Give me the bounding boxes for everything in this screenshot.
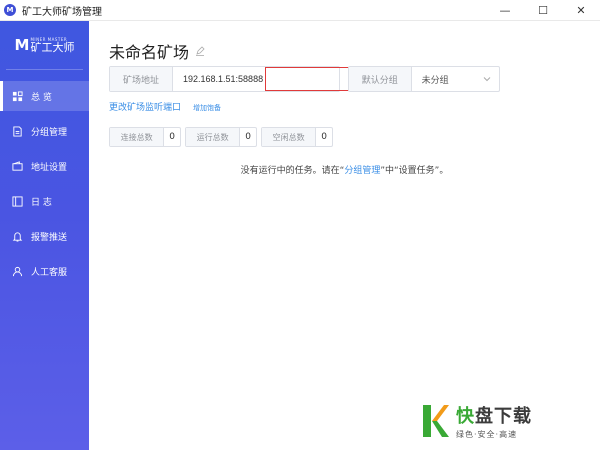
- add-backup-link[interactable]: 增加饱备: [193, 103, 221, 113]
- edit-icon[interactable]: [195, 46, 205, 56]
- sidebar-item-label: 人工客服: [31, 267, 68, 278]
- sidebar-item-log[interactable]: 日 志: [0, 186, 89, 216]
- farm-address-label: 矿场地址: [110, 67, 173, 91]
- chevron-down-icon: [483, 77, 491, 82]
- watermark-slogan: 绿色·安全·高速: [456, 429, 518, 439]
- empty-tasks-message: 没有运行中的任务。请在“分组管理”中“设置任务”。: [89, 163, 600, 176]
- farm-address-input[interactable]: 192.168.1.51:58888: [173, 67, 263, 91]
- user-icon: [12, 266, 23, 277]
- minimize-button[interactable]: —: [486, 0, 524, 21]
- stat-value: 0: [169, 132, 175, 142]
- sidebar-item-label: 日 志: [31, 197, 52, 208]
- logo-name: 矿工大师: [30, 40, 75, 54]
- sidebar-item-groups[interactable]: 分组管理: [0, 116, 89, 146]
- sidebar-item-overview[interactable]: 总 览: [0, 81, 89, 111]
- watermark-logo-icon: [420, 402, 450, 440]
- title-bar: M 矿工大师矿场管理 — ☐ ✕: [0, 0, 600, 21]
- watermark-main-b: 盘下载: [475, 405, 532, 427]
- message-text-after: ”中“设置任务”。: [380, 166, 449, 176]
- maximize-button[interactable]: ☐: [524, 0, 562, 21]
- farm-links: 更改矿场监听端口 增加饱备: [109, 100, 221, 113]
- sidebar-nav: 总 览 分组管理 地址设置 日 志 报警推送 人工客服: [0, 81, 89, 286]
- sidebar-item-label: 总 览: [31, 92, 52, 103]
- window-controls: — ☐ ✕: [486, 0, 600, 21]
- app-logo-icon: M: [4, 4, 16, 16]
- running-stat: 运行总数 0: [185, 127, 257, 147]
- site-watermark: 快盘下载 绿色·安全·高速: [420, 398, 595, 443]
- default-group-field: 默认分组 未分组: [348, 66, 500, 92]
- group-management-link[interactable]: 分组管理: [344, 166, 380, 176]
- stat-value: 0: [245, 132, 251, 142]
- main-content: 未命名矿场 矿场地址 192.168.1.51:58888 默认分组 未分组 更…: [89, 21, 600, 450]
- logo-mark: M: [14, 36, 30, 54]
- change-port-link[interactable]: 更改矿场监听端口: [109, 100, 181, 113]
- idle-stat: 空闲总数 0: [261, 127, 333, 147]
- sidebar-item-label: 分组管理: [31, 127, 68, 138]
- window-title: 矿工大师矿场管理: [22, 6, 102, 18]
- stat-value: 0: [321, 132, 327, 142]
- message-text-before: 没有运行中的任务。请在“: [240, 166, 345, 176]
- logo-subtitle: MINER MASTER: [30, 36, 68, 42]
- sidebar: M MINER MASTER 矿工大师 总 览 分组管理 地址设置 日 志 报警…: [0, 21, 89, 450]
- brand-logo: M MINER MASTER 矿工大师: [0, 21, 89, 69]
- default-group-label: 默认分组: [349, 67, 412, 91]
- sidebar-item-alerts[interactable]: 报警推送: [0, 221, 89, 251]
- connections-stat: 连接总数 0: [109, 127, 181, 147]
- sidebar-item-label: 报警推送: [31, 232, 68, 243]
- close-button[interactable]: ✕: [562, 0, 600, 21]
- sidebar-item-support[interactable]: 人工客服: [0, 256, 89, 286]
- stat-label: 运行总数: [186, 128, 241, 146]
- sidebar-item-address[interactable]: 地址设置: [0, 151, 89, 181]
- wallet-icon: [12, 160, 23, 172]
- bell-icon: [12, 231, 23, 242]
- document-icon: [12, 125, 23, 137]
- default-group-value: 未分组: [421, 75, 449, 86]
- sidebar-divider: [6, 69, 83, 70]
- stat-label: 空闲总数: [262, 128, 317, 146]
- watermark-main-a: 快: [456, 405, 475, 427]
- page-title: 未命名矿场: [109, 43, 190, 62]
- sidebar-item-label: 地址设置: [31, 162, 68, 173]
- log-icon: [12, 195, 23, 207]
- stat-label: 连接总数: [110, 128, 165, 146]
- dashboard-icon: [12, 90, 23, 102]
- default-group-select[interactable]: 未分组: [412, 67, 499, 91]
